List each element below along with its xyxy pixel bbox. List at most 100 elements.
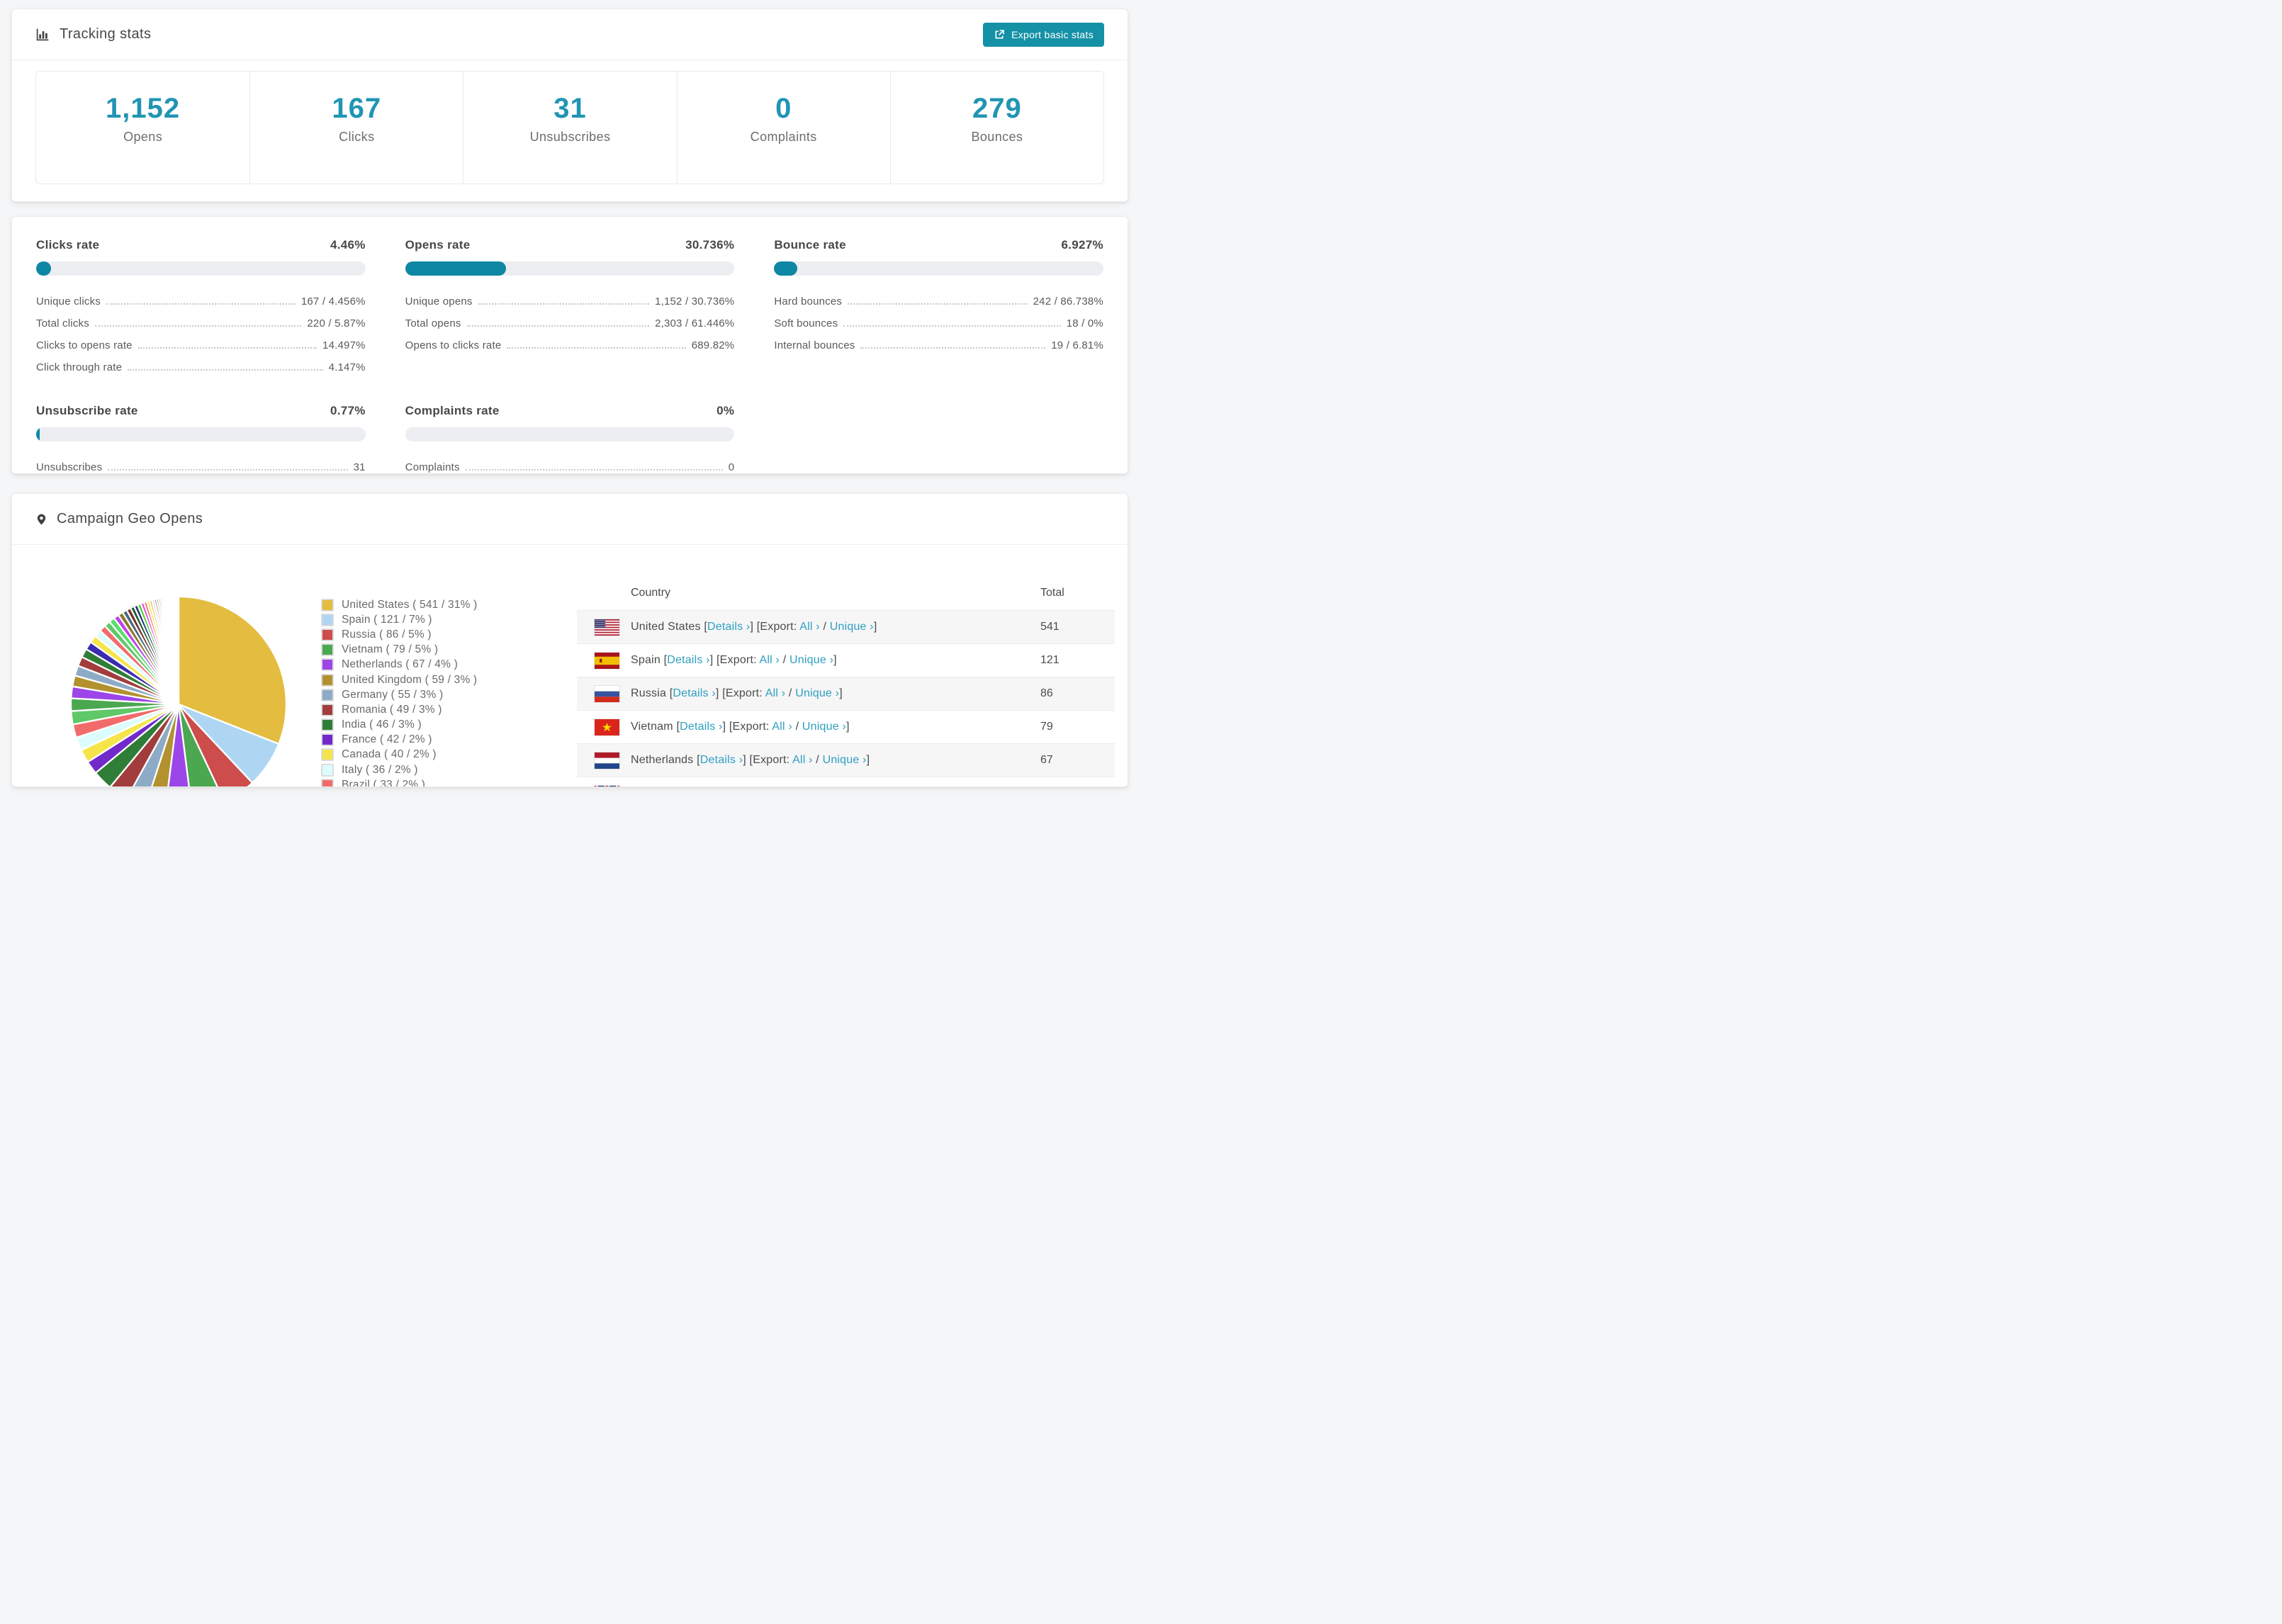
rate-detail-value: 2,303 / 61.446% (655, 317, 735, 329)
legend-item: United Kingdom ( 59 / 3% ) (321, 672, 478, 687)
rate-detail-rows: Unsubscribes 31 (36, 456, 366, 478)
export-unique-link[interactable]: Unique › (823, 754, 867, 766)
rate-block: Clicks rate 4.46% Unique clicks 167 / 4.456… (36, 238, 366, 378)
legend-item: Spain ( 121 / 7% ) (321, 612, 478, 627)
legend-label: Canada ( 40 / 2% ) (342, 748, 437, 761)
legend-label: Romania ( 49 / 3% ) (342, 703, 442, 716)
rate-detail-row: Click through rate 4.147% (36, 356, 366, 378)
rate-progress-track (36, 427, 366, 441)
export-all-link[interactable]: All › (792, 754, 813, 766)
separator-text: / (792, 721, 802, 733)
legend-swatch (321, 778, 334, 786)
rate-detail-row: Internal bounces 19 / 6.81% (774, 334, 1103, 356)
legend-label: Brazil ( 33 / 2% ) (342, 778, 426, 787)
geo-row-country-cell: Netherlands [Details ›] [Export: All › /… (577, 752, 1040, 769)
summary-card-label: Unsubscribes (529, 130, 611, 144)
legend-label: Italy ( 36 / 2% ) (342, 763, 418, 776)
legend-item: Germany ( 55 / 3% ) (321, 687, 478, 702)
geo-row-country-cell: Vietnam [Details ›] [Export: All › / Uni… (577, 718, 1040, 735)
rate-detail-row: Opens to clicks rate 689.82% (405, 334, 735, 356)
bracket-text: ] [Export: (743, 754, 793, 766)
legend-label: Vietnam ( 79 / 5% ) (342, 643, 439, 656)
bracket-text: ] (833, 654, 837, 666)
legend-item: Romania ( 49 / 3% ) (321, 702, 478, 717)
rate-detail-value: 4.147% (328, 361, 366, 373)
details-link[interactable]: Details › (680, 721, 722, 733)
rate-detail-label: Unique opens (405, 295, 473, 308)
geo-table-header-row: Country Total (577, 576, 1115, 610)
rate-detail-row: Soft bounces 18 / 0% (774, 312, 1103, 334)
legend-label: France ( 42 / 2% ) (342, 733, 432, 746)
dotted-leader (465, 469, 723, 470)
geo-table-row: United States [Details ›] [Export: All ›… (577, 610, 1115, 644)
summary-card-value: 1,152 (106, 93, 181, 124)
rate-detail-row: Unsubscribes 31 (36, 456, 366, 478)
rate-detail-value: 1,152 / 30.736% (655, 295, 735, 308)
rate-detail-label: Complaints (405, 461, 460, 473)
separator-text: / (812, 754, 823, 766)
export-unique-link[interactable]: Unique › (795, 687, 839, 699)
export-unique-link[interactable]: Unique › (830, 621, 874, 633)
export-all-link[interactable]: All › (765, 687, 786, 699)
bracket-text: ] [Export: (709, 654, 760, 666)
export-unique-link[interactable]: Unique › (789, 654, 833, 666)
export-all-link[interactable]: All › (799, 621, 820, 633)
legend-swatch (321, 628, 334, 641)
rate-title: Opens rate (405, 238, 471, 252)
summary-card-label: Clicks (339, 130, 375, 144)
summary-card-value: 167 (332, 93, 382, 124)
dotted-leader (94, 325, 302, 327)
rate-progress-fill (36, 427, 40, 441)
legend-swatch (321, 643, 334, 657)
rate-detail-label: Total clicks (36, 317, 89, 329)
rate-detail-label: Hard bounces (774, 295, 843, 308)
details-link[interactable]: Details › (667, 654, 709, 666)
export-all-link[interactable]: All › (772, 721, 792, 733)
details-link[interactable]: Details › (700, 754, 743, 766)
dotted-leader (137, 347, 317, 349)
rate-detail-value: 689.82% (691, 339, 735, 351)
rate-title: Bounce rate (774, 238, 846, 252)
bracket-text: ] [Export: (715, 687, 765, 699)
dotted-leader (507, 347, 686, 349)
rate-progress-fill (774, 261, 797, 276)
separator-text: / (819, 621, 830, 633)
dotted-leader (478, 303, 650, 305)
campaign-geo-opens-title-text: Campaign Geo Opens (57, 511, 203, 526)
export-arrow-icon (995, 29, 1004, 38)
rate-detail-value: 14.497% (322, 339, 366, 351)
rate-progress-track (36, 261, 366, 276)
rate-block: Unsubscribe rate 0.77% Unsubscribes 31 (36, 404, 366, 478)
rate-block: Complaints rate 0% Complaints 0 (405, 404, 735, 478)
legend-swatch (321, 718, 334, 732)
export-unique-link[interactable]: Unique › (802, 721, 846, 733)
geo-row-country-cell: United States [Details ›] [Export: All ›… (577, 619, 1040, 636)
geo-table-row: Spain [Details ›] [Export: All › / Uniqu… (577, 644, 1115, 677)
rate-block-header: Opens rate 30.736% (405, 238, 735, 252)
legend-swatch (321, 613, 334, 626)
geo-table-row: United Kingdom [Details ›] [Export: All … (577, 777, 1115, 786)
legend-swatch (321, 673, 334, 687)
details-link[interactable]: Details › (673, 687, 715, 699)
export-all-link[interactable]: All › (760, 654, 780, 666)
tracking-stats-header: Tracking stats Export basic stats (12, 9, 1128, 60)
country-name: Spain (631, 654, 664, 666)
rate-detail-label: Unique clicks (36, 295, 101, 308)
legend-item: United States ( 541 / 31% ) (321, 597, 478, 612)
legend-item: Italy ( 36 / 2% ) (321, 762, 478, 777)
geo-row-total: 67 (1040, 754, 1053, 766)
country-name: United States (631, 621, 704, 633)
geo-row-text: Spain [Details ›] [Export: All › / Uniqu… (631, 654, 837, 667)
bar-chart-icon (36, 28, 49, 41)
bracket-text: ] [Export: (750, 621, 800, 633)
summary-cards: 1,152 Opens 167 Clicks 31 Unsubscribes 0 Compla… (35, 71, 1104, 184)
pie-slice (177, 595, 180, 706)
rate-detail-value: 18 / 0% (1066, 317, 1103, 329)
separator-text: / (785, 687, 796, 699)
summary-card: 167 Clicks (249, 72, 463, 184)
rate-block-header: Unsubscribe rate 0.77% (36, 404, 366, 418)
summary-card-value: 31 (553, 93, 587, 124)
details-link[interactable]: Details › (707, 621, 750, 633)
export-basic-stats-button[interactable]: Export basic stats (983, 22, 1104, 47)
flag-russia-icon (595, 685, 619, 702)
